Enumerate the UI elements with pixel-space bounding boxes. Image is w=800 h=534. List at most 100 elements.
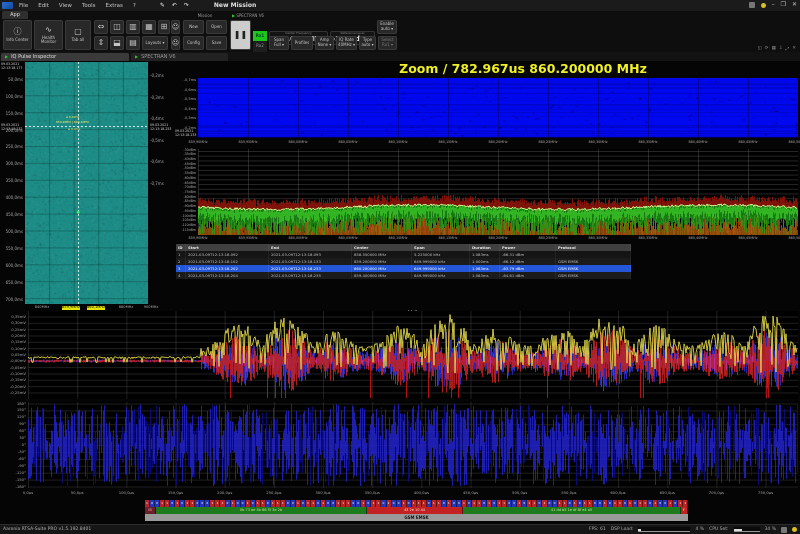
waterfall-offset-tick: -0,7ms: [150, 182, 172, 186]
layout-grid-button[interactable]: ⊞: [158, 20, 170, 34]
waterfall-canvas[interactable]: [25, 62, 148, 304]
span-dropdown[interactable]: Span Full ▾: [269, 36, 289, 50]
table-header-cell[interactable]: ID: [176, 244, 186, 251]
phase-axis-tick: 0°: [2, 443, 26, 447]
four-columns-icon: ▦: [145, 22, 153, 32]
mission-save-button[interactable]: Save: [206, 36, 227, 50]
table-cell: 1.083ms: [470, 272, 500, 279]
phase-canvas[interactable]: [28, 402, 798, 488]
layout-2col-button[interactable]: ◫: [110, 20, 124, 34]
table-row[interactable]: 12021-03-09T12:13:18.0922021-03-09T12:13…: [176, 251, 631, 258]
table-cell: 2021-03-09T12:13:18.235: [269, 272, 352, 279]
rx2-indicator[interactable]: Rx2: [253, 41, 267, 51]
waterfall-time-tick: 450,0ms: [0, 213, 23, 217]
table-header-cell[interactable]: Center: [352, 244, 412, 251]
table-cell: -63.79 dBm: [500, 265, 556, 272]
status-bar: Aaronia RTSA-Suite PRO v1.5.192.8401 FPS…: [0, 524, 800, 534]
menu-view[interactable]: View: [59, 3, 72, 9]
notification-icon[interactable]: [761, 3, 766, 8]
app-logo-icon[interactable]: [2, 2, 13, 9]
table-row[interactable]: 32021-03-09T12:13:18.2022021-03-09T12:13…: [176, 265, 631, 272]
table-header-cell[interactable]: Power: [500, 244, 556, 251]
enable-dropdown[interactable]: Enable auto ▾: [377, 20, 397, 34]
power-axis-tick: -80dBm: [175, 196, 196, 199]
health-monitor-button[interactable]: ∿ Health Monitor: [34, 20, 63, 50]
profiles-button[interactable]: Profiles: [291, 36, 313, 50]
frequency-axis-tick: 860,35MHz: [634, 141, 662, 144]
select-dropdown[interactable]: Select Rx1 ▾: [378, 36, 397, 50]
table-cell: 1: [176, 251, 186, 258]
mission-title: New Mission: [214, 2, 256, 9]
layout-2row-button[interactable]: ⬓: [110, 36, 124, 50]
spectrum-canvas[interactable]: [198, 149, 798, 235]
menu-file[interactable]: File: [19, 3, 28, 9]
layout-chip-icon[interactable]: [749, 2, 755, 8]
table-header-cell[interactable]: Span: [412, 244, 470, 251]
app-window: File Edit View Tools Extras ? ✎ ↶ ↷ New …: [0, 0, 800, 534]
layout-split-h-button[interactable]: ⇔: [94, 20, 108, 34]
rx1-indicator[interactable]: Rx1: [253, 31, 267, 41]
time-axis-tick: 150,0µs: [163, 491, 189, 495]
phase-axis-tick: 30°: [2, 436, 26, 440]
smiley-button[interactable]: ☺: [171, 20, 180, 34]
close-button[interactable]: ✕: [792, 2, 797, 8]
volt-axis-tick: -0,15mV: [2, 378, 26, 382]
table-header-cell[interactable]: Duration: [470, 244, 500, 251]
layouts-dropdown-button[interactable]: Layouts ▾: [142, 36, 168, 50]
time-axis-tick: 300,0µs: [310, 491, 336, 495]
undo-icon[interactable]: ↶: [172, 2, 177, 9]
edit-pencil-icon[interactable]: ✎: [160, 2, 165, 9]
amp-dropdown[interactable]: Amp None ▾: [315, 36, 334, 50]
tab-all-button[interactable]: ▢ Tab all: [65, 20, 91, 50]
table-cell: -66.12 dBm: [500, 258, 556, 265]
frequency-axis-tick: 860,45MHz: [734, 237, 762, 240]
iq-rate-dropdown[interactable]: IQ Rate 40MHz ▾: [336, 36, 357, 50]
phase-axis-tick: 180°: [2, 402, 26, 406]
table-header-cell[interactable]: End: [269, 244, 352, 251]
pause-button[interactable]: ❚❚: [230, 20, 251, 50]
menu-tools[interactable]: Tools: [82, 3, 96, 9]
maximize-button[interactable]: ❐: [781, 2, 786, 8]
redo-icon[interactable]: ↷: [184, 2, 189, 9]
tab-iq-pulse-inspector[interactable]: ▶ IQ Pulse Inspector: [1, 53, 129, 62]
table-row[interactable]: 42021-03-09T12:13:18.2042021-03-09T12:13…: [176, 272, 631, 279]
frown-button[interactable]: ☹: [171, 36, 180, 50]
mission-config-button[interactable]: Config: [183, 36, 204, 50]
spectrogram-time-tick: -0,5ms: [176, 98, 196, 102]
volt-waveform-canvas[interactable]: [28, 311, 798, 399]
type-dropdown[interactable]: Type auto ▾: [359, 36, 376, 50]
minimize-button[interactable]: –: [772, 2, 775, 8]
layout-3row-button[interactable]: ▤: [126, 36, 140, 50]
frequency-axis-tick: 860,05MHz: [334, 141, 362, 144]
table-cell: 1.083ms: [470, 251, 500, 258]
waterfall-start-timestamp: 09.03.202112:13:18.177: [1, 62, 22, 70]
layout-3col-button[interactable]: ▥: [126, 20, 140, 34]
smiley-icon: ☺: [172, 23, 179, 31]
cursor-frequencies: 859,9MHz | 860,1MHz: [56, 121, 89, 125]
menu-help[interactable]: ?: [133, 3, 136, 9]
frequency-axis-tick: 860,20MHz: [484, 141, 512, 144]
mission-open-button[interactable]: Open: [206, 20, 227, 34]
ribbon-tab-app[interactable]: App: [2, 11, 28, 19]
spectrogram-canvas[interactable]: [198, 78, 798, 138]
button-value: Full ▾: [274, 43, 284, 48]
table-header-cell[interactable]: Start: [186, 244, 269, 251]
panel-tab-bar: ▶ IQ Pulse Inspector ▶ SPECTRAN V6: [0, 52, 800, 61]
frequency-axis-tick: 860,30MHz: [584, 141, 612, 144]
tab-spectran-v6[interactable]: ▶ SPECTRAN V6: [131, 53, 228, 62]
phase-axis-tick: 150°: [2, 408, 26, 412]
menu-extras[interactable]: Extras: [106, 3, 123, 9]
layout-4col-button[interactable]: ▦: [142, 20, 156, 34]
status-chip-icon[interactable]: [781, 527, 787, 533]
table-row[interactable]: 22021-03-09T12:13:18.1022021-03-09T12:13…: [176, 258, 631, 265]
info-center-button[interactable]: ⓘ Info Center: [3, 20, 32, 50]
menu-edit[interactable]: Edit: [38, 3, 49, 9]
table-cell: 2021-03-09T12:13:18.233: [269, 265, 352, 272]
frequency-axis-tick: 860,30MHz: [584, 237, 612, 240]
status-notification-icon[interactable]: [792, 527, 797, 532]
layout-split-v-button[interactable]: ⇕: [94, 36, 108, 50]
power-axis-tick: -60dBm: [175, 177, 196, 180]
table-header-cell[interactable]: Protocol: [556, 244, 631, 251]
mission-new-button[interactable]: New: [183, 20, 204, 34]
bit-cell: 1: [683, 500, 688, 507]
